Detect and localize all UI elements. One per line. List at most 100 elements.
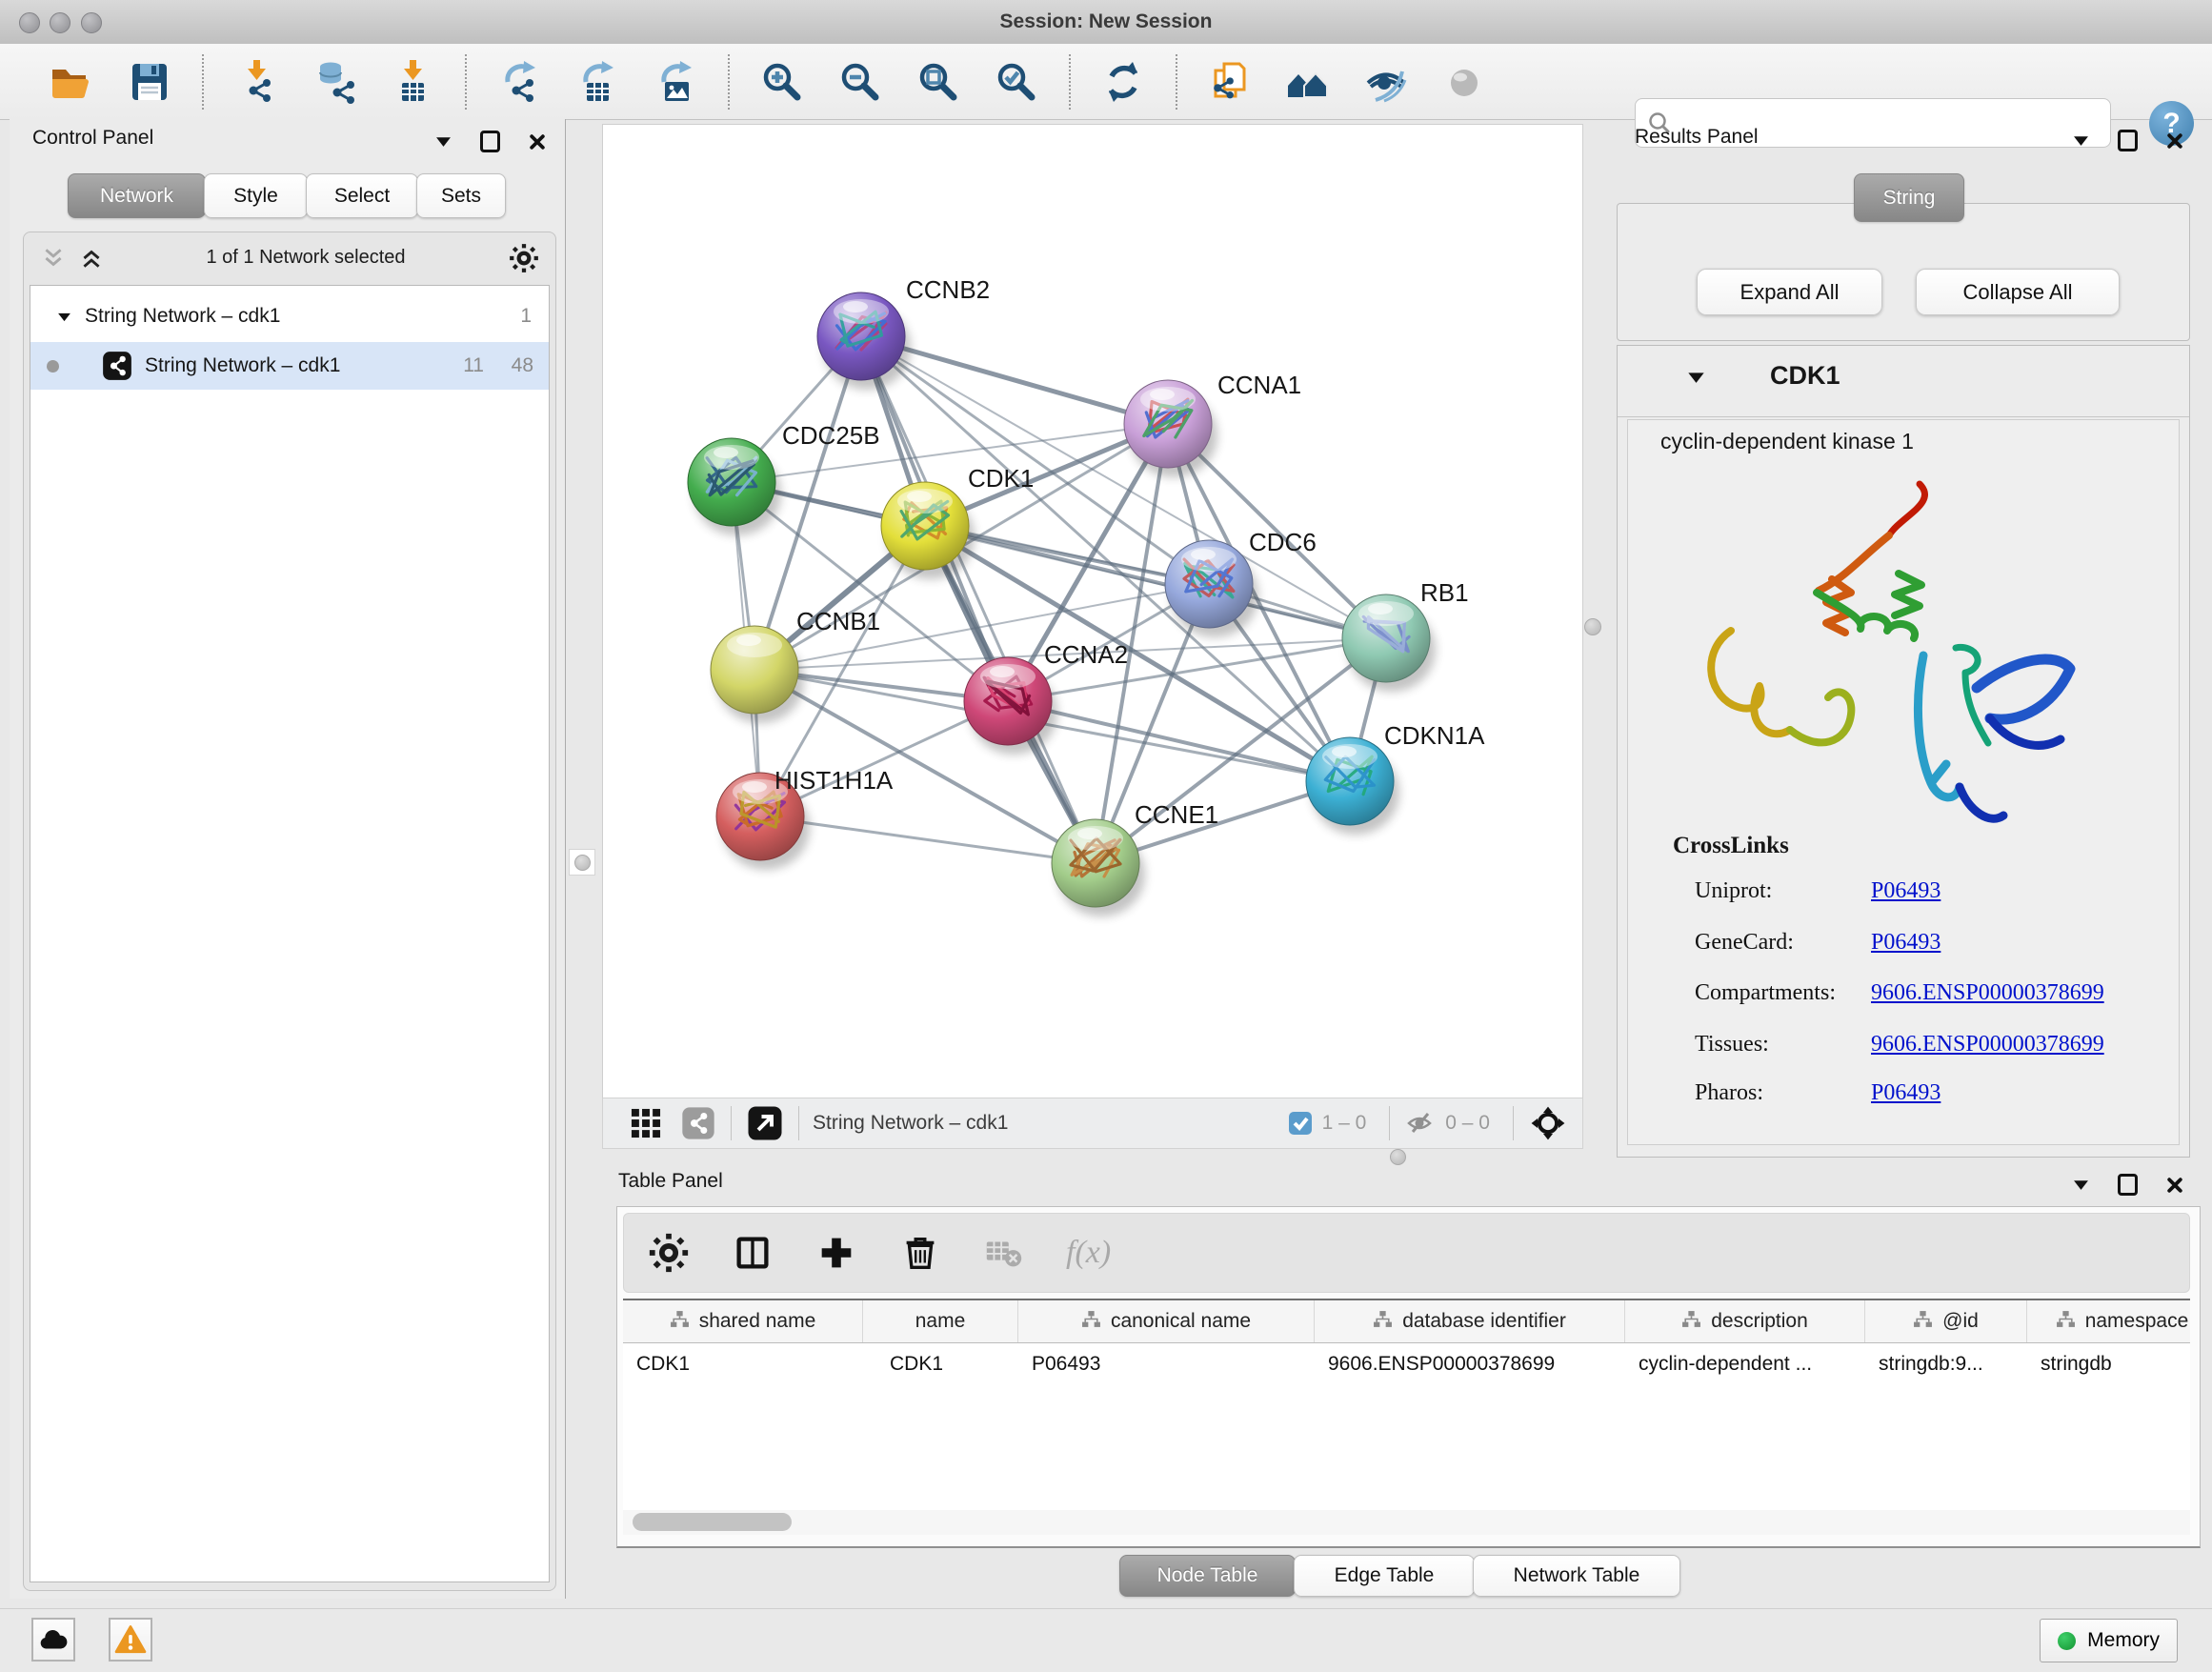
table-cell[interactable]: 9606.ENSP00000378699	[1315, 1343, 1625, 1385]
clone-network-button[interactable]	[1203, 50, 1257, 113]
tab-network-table[interactable]: Network Table	[1473, 1555, 1680, 1597]
open-in-new-window-icon[interactable]	[745, 1103, 785, 1143]
tab-edge-table[interactable]: Edge Table	[1294, 1555, 1475, 1597]
memory-button[interactable]: Memory	[2040, 1619, 2178, 1662]
show-graphics-details-button[interactable]	[1438, 50, 1491, 113]
table-cell[interactable]: stringdb:9...	[1865, 1343, 2027, 1385]
close-window-icon[interactable]	[19, 12, 40, 33]
horizontal-scrollbar[interactable]	[623, 1510, 2190, 1535]
table-cell[interactable]: P06493	[1018, 1343, 1315, 1385]
tab-string[interactable]: String	[1854, 173, 1964, 222]
collapse-section-icon[interactable]	[1687, 371, 1705, 384]
maximize-window-icon[interactable]	[81, 12, 102, 33]
scrollbar-thumb[interactable]	[633, 1513, 792, 1531]
column-header-@id[interactable]: @id	[1865, 1300, 2027, 1342]
left-splitter-handle[interactable]	[569, 849, 595, 876]
cell-value: CDK1	[890, 1353, 943, 1376]
cloud-icon[interactable]	[31, 1618, 75, 1662]
delete-table-icon[interactable]	[982, 1231, 1026, 1275]
import-network-from-database-button[interactable]	[308, 50, 361, 113]
crosslink-value[interactable]: P06493	[1871, 1080, 1941, 1106]
expand-all-button[interactable]: Expand All	[1697, 269, 1882, 315]
panel-menu-icon[interactable]	[2073, 134, 2089, 147]
import-table-from-file-button[interactable]	[386, 50, 439, 113]
table-cell[interactable]: CDK1	[863, 1343, 1018, 1385]
export-table-button[interactable]	[571, 50, 624, 113]
save-session-button[interactable]	[123, 50, 176, 113]
collapse-all-networks-icon[interactable]	[41, 246, 66, 271]
delete-column-trash-icon[interactable]	[898, 1231, 942, 1275]
string-view-icon[interactable]	[679, 1104, 717, 1142]
export-network-button[interactable]	[493, 50, 546, 113]
crosslink-value[interactable]: 9606.ENSP00000378699	[1871, 980, 2104, 1006]
edge-HIST1H1A-CCNE1[interactable]	[760, 816, 1096, 863]
tab-style[interactable]: Style	[204, 173, 308, 218]
selected-checkbox-icon[interactable]	[1288, 1111, 1313, 1136]
hide-selected-button[interactable]	[1359, 50, 1413, 113]
gene-section-header[interactable]: CDK1	[1618, 346, 2189, 417]
column-header-canonical-name[interactable]: canonical name	[1018, 1300, 1315, 1342]
float-panel-icon[interactable]	[480, 131, 500, 152]
tab-node-table[interactable]: Node Table	[1119, 1555, 1296, 1597]
toolbar-separator	[1069, 54, 1071, 110]
crosslink-value[interactable]: P06493	[1871, 930, 1941, 956]
crosslink-row: Compartments:9606.ENSP00000378699	[1628, 980, 2179, 1018]
table-cell[interactable]: cyclin-dependent ...	[1625, 1343, 1865, 1385]
network-view-canvas[interactable]: CCNB2CCNA1CDC25BCDK1CDC6RB1CCNB1CCNA2CDK…	[602, 124, 1583, 1099]
title-bar: Session: New Session	[0, 0, 2212, 45]
table-settings-gear-icon[interactable]	[647, 1231, 691, 1275]
network-options-gear-icon[interactable]	[508, 242, 540, 274]
float-panel-icon[interactable]	[2118, 130, 2138, 151]
column-header-name[interactable]: name	[863, 1300, 1018, 1342]
crosslink-value[interactable]: P06493	[1871, 878, 1941, 904]
zoom-fit-button[interactable]	[912, 50, 965, 113]
import-network-from-file-button[interactable]	[230, 50, 283, 113]
close-panel-icon[interactable]	[2166, 1177, 2183, 1194]
column-header-namespace[interactable]: namespace	[2027, 1300, 2190, 1342]
node-label-HIST1H1A: HIST1H1A	[774, 766, 894, 795]
table-panel-tabs: Node TableEdge TableNetwork Table	[1121, 1555, 1680, 1597]
string-home-button[interactable]	[1281, 50, 1335, 113]
tab-select[interactable]: Select	[306, 173, 418, 218]
minimize-window-icon[interactable]	[50, 12, 70, 33]
zoom-in-button[interactable]	[755, 50, 809, 113]
column-header-database-identifier[interactable]: database identifier	[1315, 1300, 1625, 1342]
column-label: name	[915, 1310, 966, 1333]
table-row[interactable]: CDK1 CDK1 P064939606.ENSP00000378699cyclin…	[623, 1343, 2190, 1385]
edge-CCNB2-CCNE1[interactable]	[861, 336, 1096, 863]
warning-icon[interactable]	[109, 1618, 152, 1662]
column-label: @id	[1942, 1310, 1979, 1333]
close-panel-icon[interactable]	[2166, 132, 2183, 150]
collapse-all-button[interactable]: Collapse All	[1916, 269, 2120, 315]
edge-CCNA2-CDKN1A[interactable]	[1008, 701, 1350, 781]
expand-all-networks-icon[interactable]	[79, 246, 104, 271]
edge-CDK1-RB1[interactable]	[925, 526, 1386, 638]
column-header-description[interactable]: description	[1625, 1300, 1865, 1342]
right-splitter-handle[interactable]	[1584, 618, 1601, 635]
float-panel-icon[interactable]	[2118, 1174, 2138, 1196]
function-builder-icon[interactable]: f(x)	[1066, 1235, 1111, 1271]
panel-menu-icon[interactable]	[435, 135, 452, 148]
tab-network[interactable]: Network	[68, 173, 206, 218]
tab-sets[interactable]: Sets	[416, 173, 506, 218]
refresh-network-button[interactable]	[1096, 50, 1150, 113]
network-collection-row[interactable]: String Network – cdk1 1	[30, 292, 549, 340]
crosslink-value[interactable]: 9606.ENSP00000378699	[1871, 1032, 2104, 1058]
hidden-node-edge-count: 0 – 0	[1445, 1112, 1490, 1135]
table-cell[interactable]: stringdb	[2027, 1343, 2190, 1385]
open-session-button[interactable]	[45, 50, 98, 113]
show-columns-icon[interactable]	[731, 1231, 774, 1275]
export-image-button[interactable]	[649, 50, 702, 113]
tree-expander-icon[interactable]	[57, 312, 71, 322]
column-header-shared-name[interactable]: shared name	[623, 1300, 863, 1342]
add-column-plus-icon[interactable]	[814, 1231, 858, 1275]
zoom-out-button[interactable]	[834, 50, 887, 113]
birds-eye-view-icon[interactable]	[1527, 1102, 1569, 1144]
network-row-selected[interactable]: String Network – cdk1 11 48	[30, 342, 549, 390]
table-header-row: shared name name canonical namedatabase id…	[623, 1300, 2190, 1343]
grid-view-icon[interactable]	[628, 1105, 664, 1141]
panel-menu-icon[interactable]	[2073, 1178, 2089, 1191]
close-panel-icon[interactable]	[529, 133, 546, 151]
table-cell[interactable]: CDK1	[623, 1343, 863, 1385]
zoom-selected-button[interactable]	[990, 50, 1043, 113]
